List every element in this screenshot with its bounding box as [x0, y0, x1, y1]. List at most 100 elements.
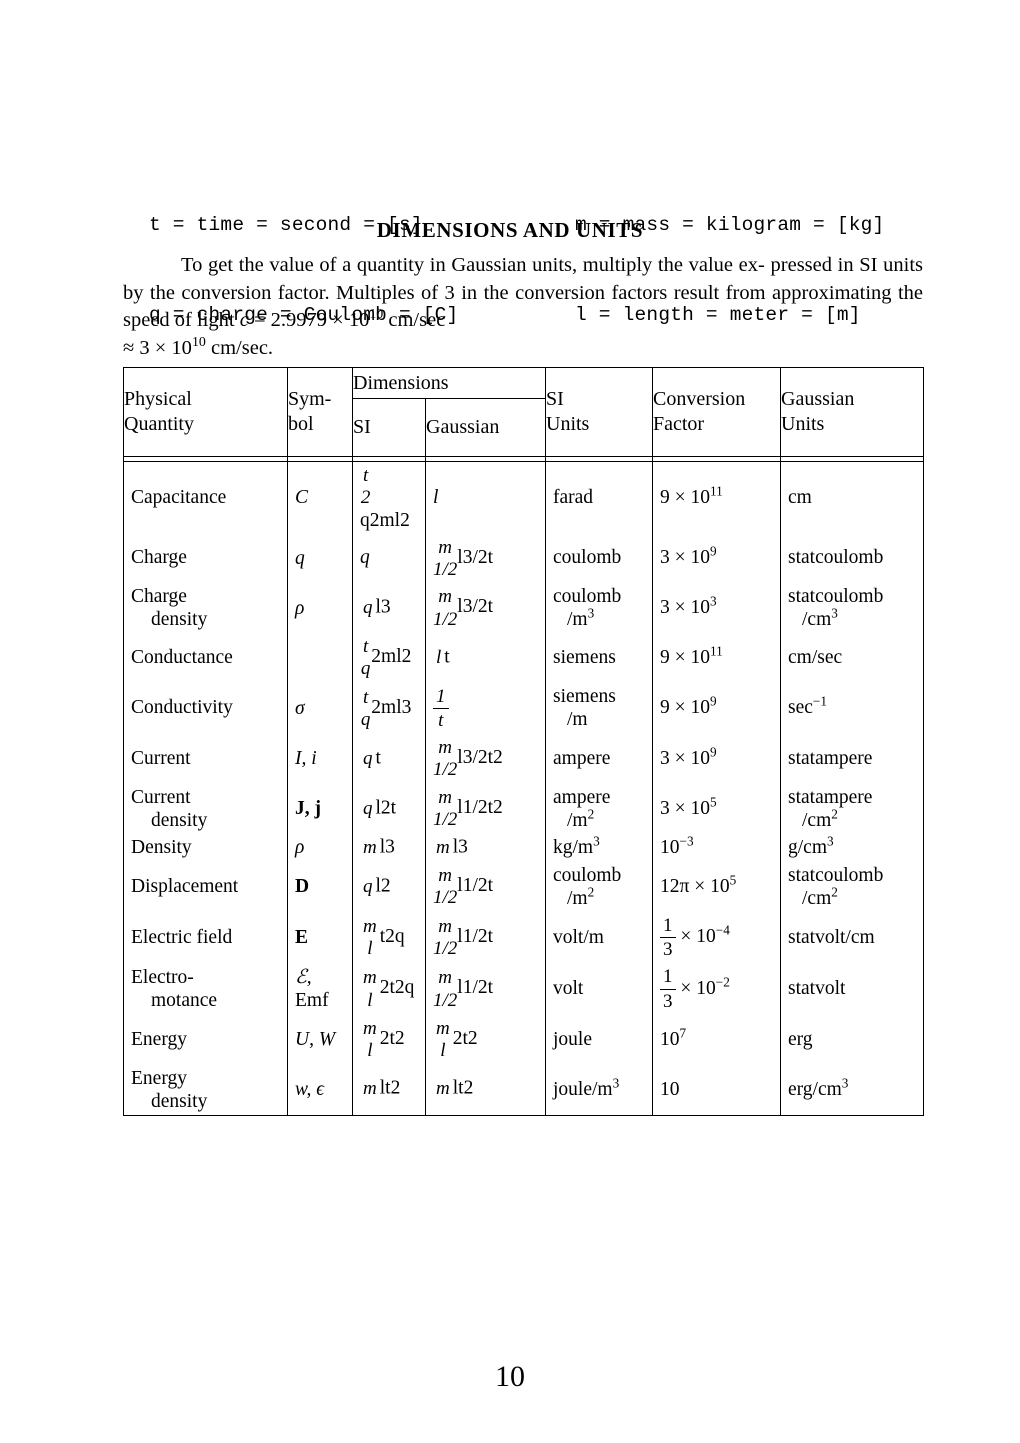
cell-physical-quantity: Electro-motance	[123, 963, 288, 1015]
cell-gaussian-units: erg	[780, 1014, 924, 1065]
cell-symbol: E	[287, 911, 353, 964]
cell-physical-quantity: Displacement	[123, 861, 288, 912]
cell-si-dimension: q l3	[352, 583, 426, 634]
cell-si-dimension: q l2t	[352, 783, 426, 834]
cell-si-units: coulomb	[545, 533, 653, 584]
header-physical-quantity-line2: Quantity	[124, 413, 194, 435]
header-si-units-line2: Units	[546, 413, 590, 435]
cell-physical-quantity: Conductance	[123, 633, 288, 683]
header-symbol-line1: Sym-	[288, 388, 332, 410]
cell-physical-quantity: Density	[123, 833, 288, 862]
cell-gaussian-dimension: m l3	[425, 833, 546, 862]
table-row: Current I, i q t m 1/2l3/2t2 ampere 3 × 109 stat…	[123, 734, 924, 784]
cell-si-dimension: q l2	[352, 861, 426, 912]
dimensions-units-table-wrap: Physical Quantity Sym- bol Dimensions SI…	[123, 367, 924, 1116]
cell-si-dimension: t q2ml2	[352, 633, 426, 683]
header-dimensions-gaussian: Gaussian	[425, 398, 546, 457]
cell-gaussian-dimension: m 1/2l1/2t2	[425, 783, 546, 834]
header-physical-quantity: Physical Quantity	[123, 367, 288, 457]
cell-gaussian-units: statcoulomb	[780, 533, 924, 584]
cell-gaussian-dimension: m l2t2	[425, 1014, 546, 1065]
cell-si-units: coulomb/m2	[545, 861, 653, 912]
cell-symbol: U, W	[287, 1014, 353, 1065]
cell-si-dimension: m l2t2q	[352, 963, 426, 1015]
cell-gaussian-units: cm	[780, 461, 924, 534]
cell-physical-quantity: Electric field	[123, 911, 288, 964]
table-row: Density ρ m l3 m l3 kg/m3 10−3 g/cm3	[123, 833, 924, 862]
cell-si-dimension: qt	[352, 734, 426, 784]
cell-gaussian-units: statampere	[780, 734, 924, 784]
intro-line-1: To get the value of a quantity in Gaussi…	[181, 254, 765, 276]
cell-si-units: ampere	[545, 734, 653, 784]
cell-symbol: w, ϵ	[287, 1064, 353, 1116]
cell-symbol: ρ	[287, 833, 353, 862]
table-row: Displacement Dq l2 m 1/2l1/2t coulomb/m2 12π ×…	[123, 861, 924, 912]
cell-si-units: farad	[545, 461, 653, 534]
cell-gaussian-units: erg/cm3	[780, 1064, 924, 1116]
cell-conversion-factor: 9 × 1011	[652, 461, 781, 534]
approx-exponent: 10	[191, 334, 206, 350]
cell-gaussian-units: sec−1	[780, 682, 924, 735]
header-symbol-line2: bol	[288, 413, 314, 435]
cell-physical-quantity: Capacitance	[123, 461, 288, 534]
header-dimensions: Dimensions	[352, 367, 546, 399]
cell-symbol: C	[287, 461, 353, 534]
header-symbol: Sym- bol	[287, 367, 353, 457]
cell-conversion-factor: 10−3	[652, 833, 781, 862]
dimensions-units-table: Physical Quantity Sym- bol Dimensions SI…	[123, 367, 924, 1116]
cell-gaussian-units: statvolt/cm	[780, 911, 924, 964]
cell-conversion-factor: 107	[652, 1014, 781, 1065]
cell-si-dimension: m l3	[352, 833, 426, 862]
table-row: Conductance t q2ml2 l t siemens 9 × 1011 cm/sec	[123, 633, 924, 683]
speed-of-light-symbol: c	[239, 309, 249, 331]
cell-si-dimension: t q2ml3	[352, 682, 426, 735]
cell-physical-quantity: Conductivity	[123, 682, 288, 735]
cell-gaussian-units: statcoulomb/cm3	[780, 583, 924, 634]
speed-of-light-exponent: 10	[369, 307, 384, 323]
cell-physical-quantity: Current density	[123, 783, 288, 834]
cell-physical-quantity: Energy	[123, 1014, 288, 1065]
section-title: DIMENSIONS AND UNITS	[376, 218, 644, 242]
cell-conversion-factor: 3 × 105	[652, 783, 781, 834]
intro-paragraph: To get the value of a quantity in Gaussi…	[123, 252, 923, 362]
cell-conversion-factor: 10	[652, 1064, 781, 1116]
cell-si-dimension: t 2q2ml2	[352, 461, 426, 534]
header-dimensions-si: SI	[352, 398, 426, 457]
header-si-units-line1: SI	[546, 388, 564, 410]
table-row: Electro-motance ℰ, Emf m l2t2q m 1/2l1/2t volt 1…	[123, 963, 924, 1015]
cell-si-dimension: q	[352, 533, 426, 584]
header-gaussian-units-line1: Gaussian	[781, 388, 855, 410]
cell-si-units: siemens/m	[545, 682, 653, 735]
cell-si-units: siemens	[545, 633, 653, 683]
header-conversion-factor: Conversion Factor	[652, 367, 781, 457]
cell-gaussian-dimension: m lt2	[425, 1064, 546, 1116]
approx-value: ≈ 3 × 10	[123, 336, 192, 359]
header-conversion-factor-line2: Factor	[653, 413, 705, 435]
table-row: Conductivity σ t q2ml3 1 t siemens/m 9 × 109 sec…	[123, 682, 924, 735]
cell-symbol: σ	[287, 682, 353, 735]
cell-conversion-factor: 13 × 10−4	[652, 911, 781, 964]
page-number: 10	[495, 1360, 525, 1393]
cell-gaussian-dimension: m 1/2l3/2t	[425, 583, 546, 634]
table-row: Capacitance Ct 2q2ml2 l farad 9 × 1011 cm	[123, 461, 924, 534]
cell-gaussian-dimension: l	[425, 461, 546, 534]
table-row: Electric field Em lt2q m 1/2l1/2t volt/m 1 3 × …	[123, 911, 924, 964]
cell-conversion-factor: 13 × 10−2	[652, 963, 781, 1015]
table-row: Energy U, Wm l2t2 m l2t2 joule 107 erg	[123, 1014, 924, 1065]
cell-conversion-factor: 12π × 105	[652, 861, 781, 912]
cell-conversion-factor: 3 × 109	[652, 533, 781, 584]
cell-physical-quantity: Charge	[123, 533, 288, 584]
cell-conversion-factor: 9 × 109	[652, 682, 781, 735]
cell-gaussian-dimension: m 1/2l1/2t	[425, 963, 546, 1015]
cell-si-dimension: m l2t2	[352, 1014, 426, 1065]
cell-gaussian-units: statvolt	[780, 963, 924, 1015]
cell-symbol: ρ	[287, 583, 353, 634]
table-row: Charge q q m 1/2l3/2t coulomb 3 × 109 statcoulo…	[123, 533, 924, 584]
cell-gaussian-dimension: 1t	[425, 682, 546, 735]
header-conversion-factor-line1: Conversion	[653, 388, 746, 410]
cell-gaussian-dimension: lt	[425, 633, 546, 683]
cell-symbol	[287, 633, 353, 683]
approx-unit: cm/sec.	[205, 336, 274, 359]
cell-si-units: volt/m	[545, 911, 653, 964]
cell-physical-quantity: Charge density	[123, 583, 288, 634]
